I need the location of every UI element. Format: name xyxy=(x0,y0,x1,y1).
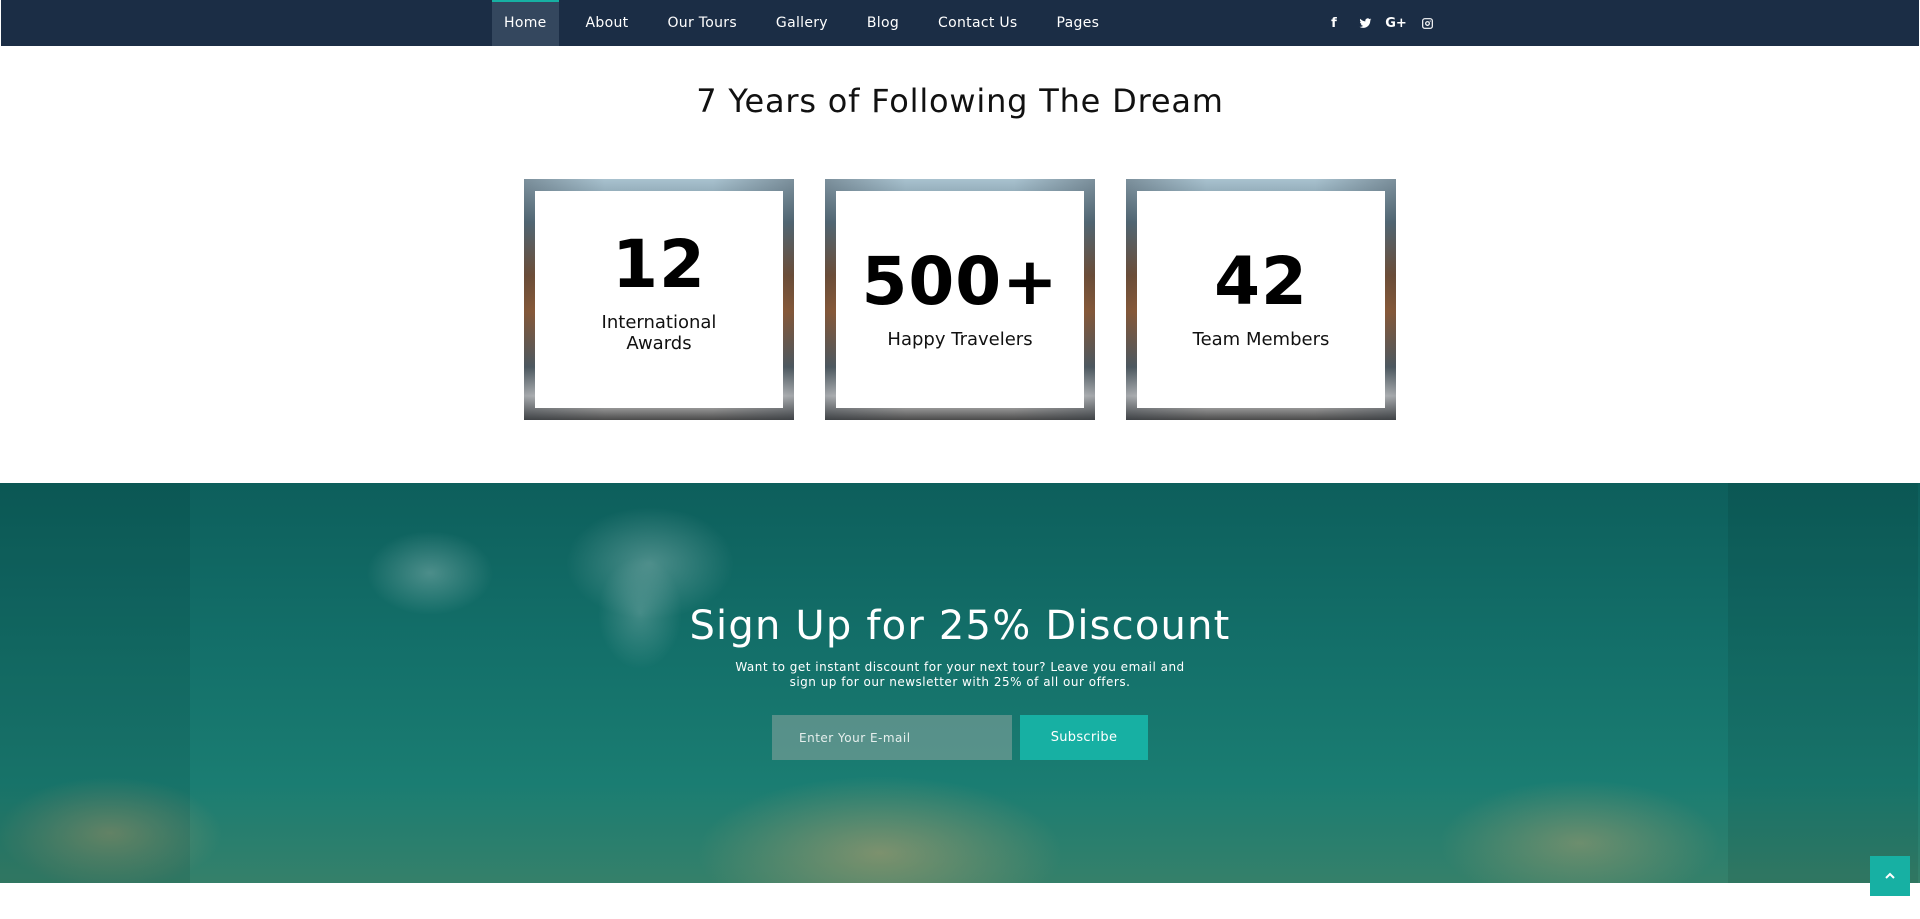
background-band xyxy=(1728,483,1918,883)
nav-item-home[interactable]: Home xyxy=(492,0,559,46)
stat-label: Team Members xyxy=(1192,329,1330,350)
nav-item-pages[interactable]: Pages xyxy=(1045,0,1112,46)
nav-item-blog[interactable]: Blog xyxy=(855,0,911,46)
google-plus-icon[interactable]: G+ xyxy=(1385,13,1407,33)
email-input[interactable] xyxy=(772,715,1012,760)
subscribe-button[interactable]: Subscribe xyxy=(1020,715,1148,760)
nav-item-gallery[interactable]: Gallery xyxy=(764,0,840,46)
social-links: f G+ xyxy=(1325,13,1436,33)
chevron-up-icon xyxy=(1885,872,1895,879)
instagram-icon[interactable] xyxy=(1418,13,1436,33)
stat-card-awards: 12 International Awards xyxy=(524,179,794,420)
stat-label: International Awards xyxy=(601,311,717,354)
nav-item-our-tours[interactable]: Our Tours xyxy=(655,0,748,46)
signup-description: Want to get instant discount for your ne… xyxy=(735,660,1185,689)
background-band xyxy=(0,483,190,883)
signup-section: Sign Up for 25% Discount Want to get ins… xyxy=(0,483,1920,883)
nav-menu: Home About Our Tours Gallery Blog Contac… xyxy=(492,0,1111,46)
stat-card-team: 42 Team Members xyxy=(1126,179,1396,420)
signup-title: Sign Up for 25% Discount xyxy=(689,603,1231,649)
stat-card-inner: 500+ Happy Travelers xyxy=(836,191,1084,408)
top-navbar: Home About Our Tours Gallery Blog Contac… xyxy=(1,0,1919,46)
stat-card-travelers: 500+ Happy Travelers xyxy=(825,179,1095,420)
stat-card-inner: 42 Team Members xyxy=(1137,191,1385,408)
stat-card-inner: 12 International Awards xyxy=(535,191,783,408)
facebook-icon[interactable]: f xyxy=(1325,13,1343,33)
stat-value: 500+ xyxy=(861,243,1059,320)
stat-value: 12 xyxy=(612,225,706,303)
section-title: 7 Years of Following The Dream xyxy=(696,82,1224,120)
nav-item-about[interactable]: About xyxy=(574,0,641,46)
nav-item-contact-us[interactable]: Contact Us xyxy=(926,0,1029,46)
stat-value: 42 xyxy=(1214,243,1308,320)
twitter-icon[interactable] xyxy=(1356,13,1374,33)
back-to-top-button[interactable] xyxy=(1870,856,1910,896)
stat-label: Happy Travelers xyxy=(887,329,1033,350)
